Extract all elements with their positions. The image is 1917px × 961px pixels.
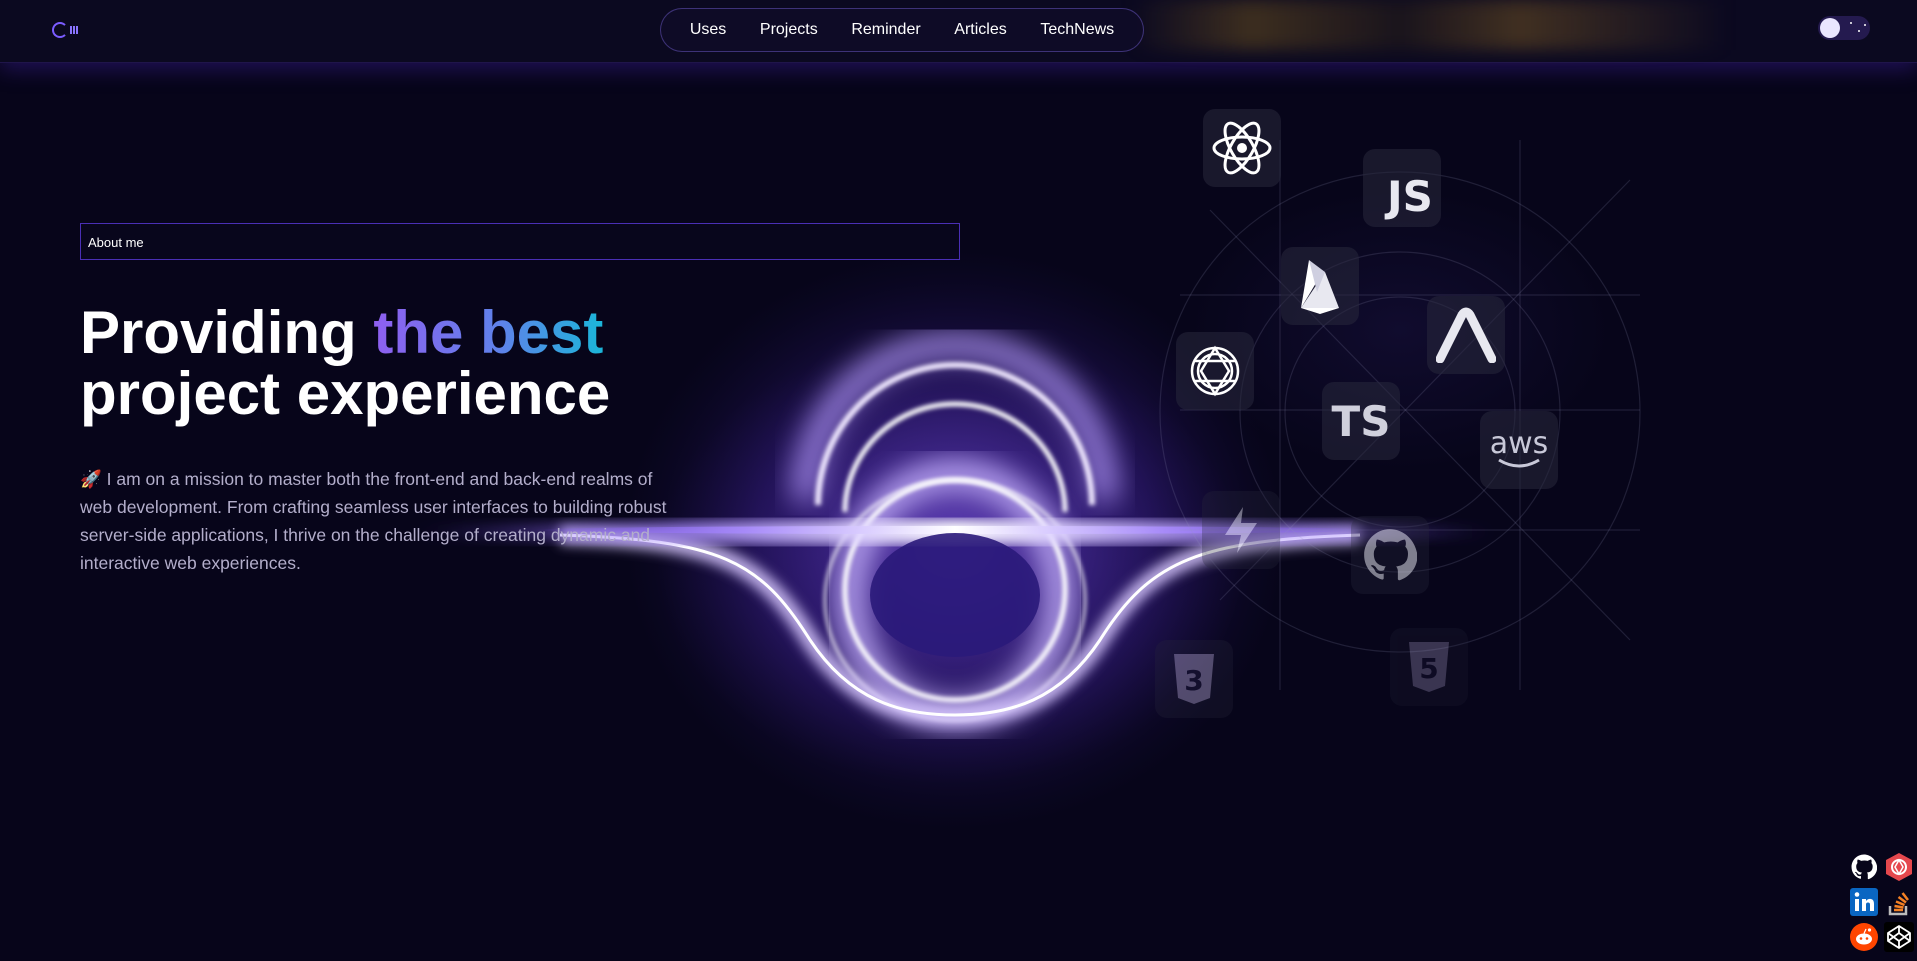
hero-headline: Providing the best project experience xyxy=(80,302,780,424)
aws-icon: aws xyxy=(1480,411,1558,489)
svg-text:5: 5 xyxy=(1419,652,1438,685)
header-backdrop xyxy=(1130,0,1730,50)
rocket-emoji: 🚀 xyxy=(80,469,102,489)
site-header: Uses Projects Reminder Articles TechNews xyxy=(0,0,1917,63)
headline-highlight: the best xyxy=(373,299,604,366)
social-stackoverflow-icon[interactable] xyxy=(1884,887,1914,917)
theme-toggle[interactable] xyxy=(1818,16,1870,40)
github-icon xyxy=(1351,516,1429,594)
hero-description: 🚀 I am on a mission to master both the f… xyxy=(80,465,680,577)
social-reddit-icon[interactable] xyxy=(1849,922,1879,952)
typescript-icon: TS xyxy=(1322,382,1400,460)
headline-part2: project experience xyxy=(80,360,611,427)
headline-part1: Providing xyxy=(80,299,374,366)
toggle-knob xyxy=(1820,18,1840,38)
supabase-icon xyxy=(1202,491,1280,569)
social-github-icon[interactable] xyxy=(1849,852,1879,882)
social-openai-icon[interactable] xyxy=(1884,852,1914,882)
hero-description-text: I am on a mission to master both the fro… xyxy=(80,469,667,573)
javascript-icon: JS xyxy=(1363,149,1441,227)
firebase-icon xyxy=(1281,247,1359,325)
css3-icon: 3 xyxy=(1155,640,1233,718)
aws-icon-text: aws xyxy=(1489,426,1549,461)
main-nav: Uses Projects Reminder Articles TechNews xyxy=(660,8,1144,52)
openai-icon xyxy=(1176,332,1254,410)
social-linkedin-icon[interactable] xyxy=(1849,887,1879,917)
nav-link-articles[interactable]: Articles xyxy=(954,21,1006,39)
nav-link-uses[interactable]: Uses xyxy=(690,21,726,39)
express-icon xyxy=(1427,296,1505,374)
html5-icon: 5 xyxy=(1390,628,1468,706)
nav-link-technews[interactable]: TechNews xyxy=(1040,21,1114,39)
about-me-label: About me xyxy=(80,223,960,260)
social-codepen-icon[interactable] xyxy=(1884,922,1914,952)
react-icon xyxy=(1203,109,1281,187)
nav-link-projects[interactable]: Projects xyxy=(760,21,818,39)
logo-bars xyxy=(70,26,78,34)
javascript-icon-text: JS xyxy=(1387,172,1433,221)
logo-c-mark xyxy=(52,22,68,38)
site-logo[interactable] xyxy=(52,20,84,40)
nav-link-reminder[interactable]: Reminder xyxy=(851,21,920,39)
typescript-icon-text: TS xyxy=(1331,396,1391,446)
svg-text:3: 3 xyxy=(1184,664,1203,697)
